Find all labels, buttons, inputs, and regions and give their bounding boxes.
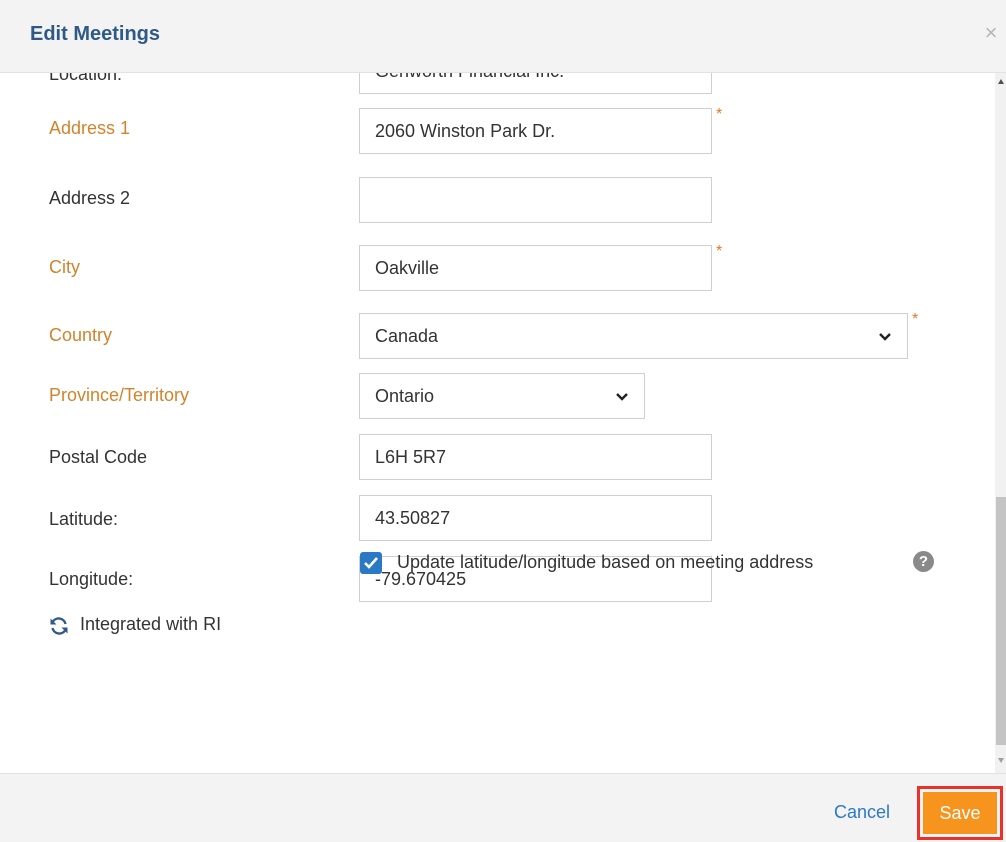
latitude-label: Latitude: (49, 509, 119, 529)
location-field[interactable] (359, 73, 712, 94)
scroll-up-arrow-icon[interactable] (997, 78, 1005, 86)
checkmark-icon (364, 557, 378, 569)
cancel-button[interactable]: Cancel (834, 802, 890, 823)
city-label: City (49, 257, 80, 277)
postal-code-label: Postal Code (49, 447, 148, 467)
longitude-label: Longitude: (49, 569, 134, 589)
scrollbar-thumb[interactable] (996, 497, 1006, 745)
edit-meetings-dialog: Edit Meetings × Location: Address 1 * Ad… (0, 0, 1006, 842)
save-button[interactable]: Save (923, 792, 997, 834)
sync-icon (50, 617, 68, 635)
address1-field[interactable] (359, 108, 712, 154)
close-icon[interactable]: × (980, 20, 1002, 46)
province-label: Province/Territory (49, 385, 190, 405)
city-field[interactable] (359, 245, 712, 291)
address1-label: Address 1 (49, 118, 131, 138)
province-select[interactable]: Ontario (359, 373, 645, 419)
required-marker: * (912, 311, 919, 328)
dialog-title: Edit Meetings (30, 23, 161, 45)
latitude-field[interactable] (359, 495, 712, 541)
scroll-down-arrow-icon[interactable] (997, 756, 1005, 764)
chevron-down-icon (616, 393, 628, 401)
province-select-value: Ontario (375, 386, 435, 406)
country-select[interactable]: Canada (359, 313, 908, 359)
chevron-down-icon (879, 333, 891, 341)
location-label: Location: (49, 73, 123, 84)
postal-code-field[interactable] (359, 434, 712, 480)
country-select-value: Canada (375, 326, 439, 346)
dialog-header: Edit Meetings × (0, 0, 1006, 73)
country-label: Country (49, 325, 113, 345)
address2-label: Address 2 (49, 188, 131, 208)
address2-field[interactable] (359, 177, 712, 223)
update-latlong-checkbox[interactable] (360, 552, 382, 574)
required-marker: * (716, 106, 723, 123)
required-marker: * (716, 243, 723, 260)
update-latlong-label[interactable]: Update latitude/longitude based on meeti… (397, 552, 813, 573)
dialog-footer: Cancel Save (0, 773, 1006, 842)
integration-label: Integrated with RI (80, 614, 222, 634)
dialog-body: Location: Address 1 * Address 2 City * C… (0, 73, 1006, 773)
help-icon[interactable]: ? (913, 551, 934, 572)
